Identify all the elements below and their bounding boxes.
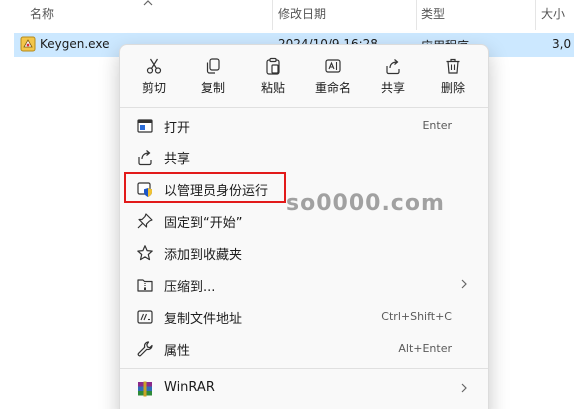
quick-action-bar: 剪切 复制 粘贴 重命名 共享 删除 (120, 45, 488, 107)
file-name: Keygen.exe (40, 37, 110, 51)
menu-item-compress-to[interactable]: 压缩到... (124, 270, 484, 300)
menu-item-shortcut: Ctrl+Shift+C (381, 310, 452, 323)
copy-label: 复制 (200, 81, 225, 95)
menu-item-shortcut: Alt+Enter (398, 342, 452, 355)
column-type[interactable]: 类型 (421, 5, 445, 22)
pin-icon (137, 213, 153, 229)
menu-item-open[interactable]: 打开 Enter (124, 111, 484, 141)
wrench-icon (137, 341, 153, 357)
cut-button[interactable]: 剪切 (125, 51, 183, 103)
menu-item-add-favorites[interactable]: 添加到收藏夹 (124, 238, 484, 268)
file-size: 3,0 (552, 37, 572, 51)
delete-button[interactable]: 删除 (424, 51, 482, 103)
menu-item-label: 固定到“开始” (164, 216, 243, 231)
star-icon (137, 245, 153, 261)
share-button[interactable]: 共享 (364, 51, 422, 103)
share-icon (386, 59, 400, 75)
menu-item-properties[interactable]: 属性 Alt+Enter (124, 334, 484, 364)
cut-label: 剪切 (141, 81, 166, 95)
exe-file-icon (20, 36, 36, 52)
paste-label: 粘贴 (260, 81, 285, 95)
menu-item-share[interactable]: 共享 (124, 142, 484, 172)
paste-button[interactable]: 粘贴 (244, 51, 302, 103)
paste-icon (266, 57, 280, 75)
column-header: 名称 修改日期 类型 大小 (0, 0, 574, 30)
delete-label: 删除 (440, 81, 465, 95)
menu-item-label: 共享 (164, 152, 191, 167)
submenu-chevron-icon (461, 383, 467, 393)
column-name[interactable]: 名称 (30, 5, 54, 22)
winrar-icon (138, 381, 152, 397)
watermark-text: so0000.com (286, 191, 445, 216)
menu-divider (120, 368, 488, 369)
menu-item-copy-path[interactable]: 复制文件地址 Ctrl+Shift+C (124, 302, 484, 332)
rename-button[interactable]: 重命名 (304, 51, 362, 103)
sort-chevron-icon[interactable] (143, 0, 153, 6)
copy-path-icon (137, 310, 153, 324)
share-label: 共享 (380, 81, 405, 95)
menu-item-shortcut: Enter (422, 119, 452, 132)
column-divider[interactable] (416, 0, 417, 30)
submenu-chevron-icon (461, 279, 467, 289)
menu-item-label: 压缩到... (164, 280, 216, 295)
copy-button[interactable]: 复制 (184, 51, 242, 103)
trash-icon (446, 58, 460, 74)
menu-item-winrar[interactable]: WinRAR (124, 374, 484, 404)
rename-icon (325, 59, 341, 73)
scissors-icon (146, 58, 162, 74)
menu-item-label: WinRAR (164, 380, 215, 395)
open-window-icon (137, 119, 153, 133)
menu-item-label: 添加到收藏夹 (164, 248, 243, 263)
share-icon (138, 150, 152, 166)
context-menu: 剪切 复制 粘贴 重命名 共享 删除 打开 Enter 共享 以管理员身份运行 … (119, 44, 489, 409)
column-modified[interactable]: 修改日期 (278, 5, 326, 22)
menu-item-label: 复制文件地址 (164, 312, 243, 327)
column-divider[interactable] (272, 0, 273, 30)
copy-icon (206, 58, 220, 74)
red-highlight-box (124, 172, 286, 203)
column-size[interactable]: 大小 (541, 5, 565, 22)
menu-item-label: 打开 (164, 121, 191, 136)
rename-label: 重命名 (314, 81, 351, 95)
zip-folder-icon (137, 279, 153, 292)
column-divider[interactable] (535, 0, 536, 30)
menu-divider (120, 107, 488, 108)
menu-item-label: 属性 (164, 344, 191, 359)
